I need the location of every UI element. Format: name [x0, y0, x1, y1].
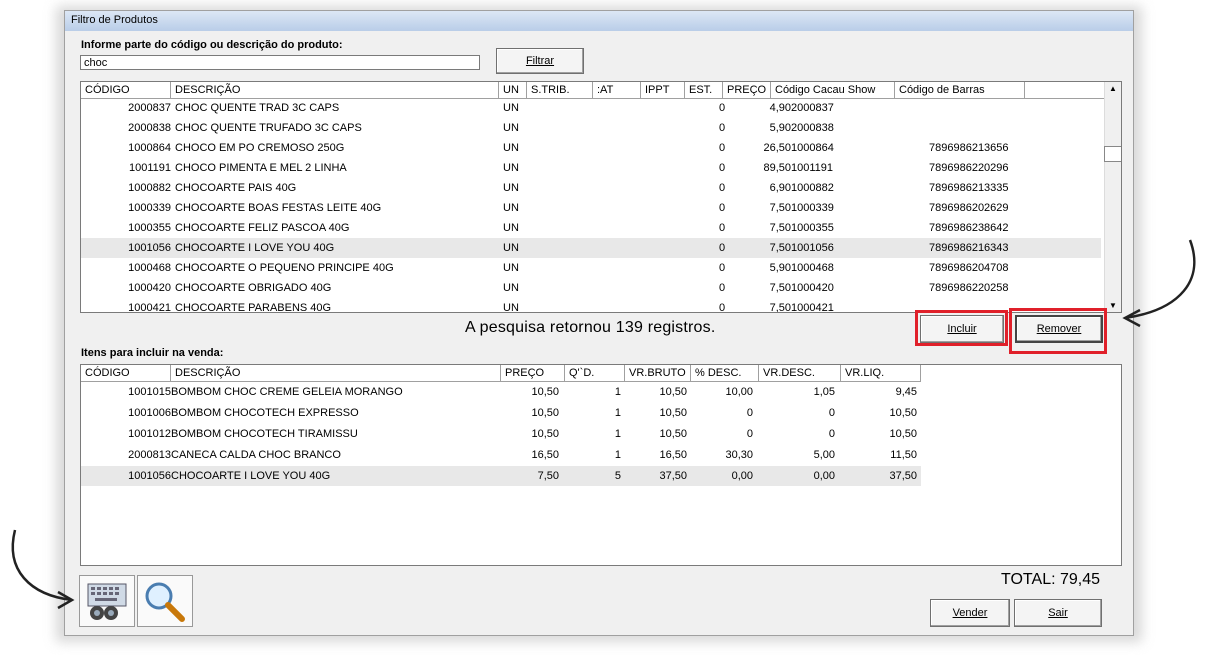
annotation-arrows: [11, 239, 1196, 610]
arrow-right-icon: [1124, 239, 1196, 320]
arrow-left-icon: [11, 529, 73, 602]
